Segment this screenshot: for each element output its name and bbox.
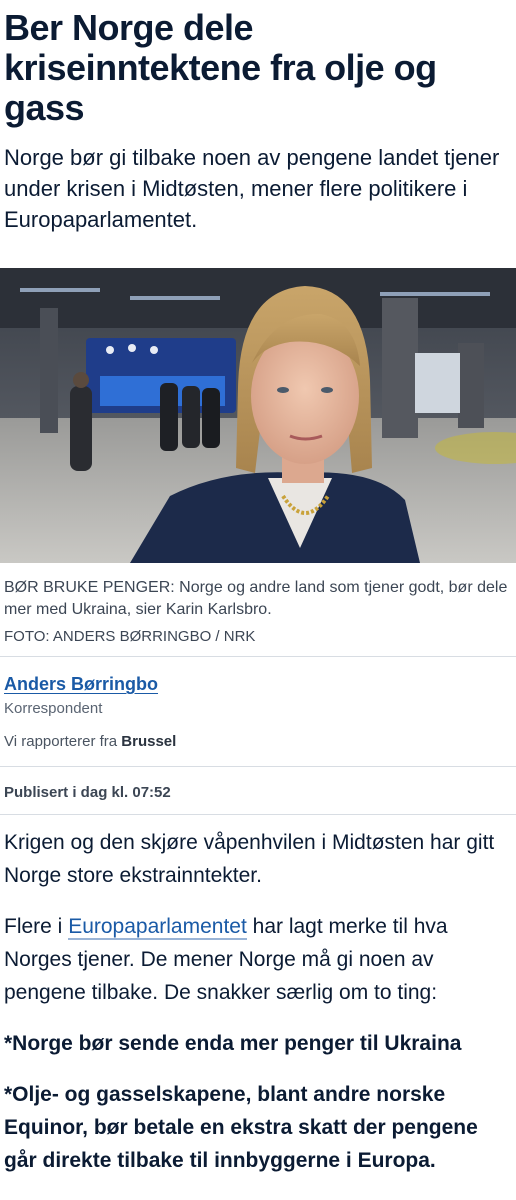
photo-illustration [0,268,516,563]
reporting-city: Brussel [121,733,177,750]
article-body: Krigen og den skjøre våpenhvilen i Midtø… [4,826,510,1195]
body-paragraph: Krigen og den skjøre våpenhvilen i Midtø… [4,831,495,887]
published-timestamp: Publisert i dag kl. 07:52 [4,784,171,801]
article-headline: Ber Norge dele kriseinntektene fra olje … [4,7,437,128]
photo-caption: BØR BRUKE PENGER: Norge og andre land so… [4,579,508,618]
divider [0,656,516,657]
divider [0,814,516,815]
author-role: Korrespondent [4,700,103,717]
author-block: Anders Børringbo Korrespondent Vi rappor… [4,672,176,750]
article-photo[interactable] [0,268,516,563]
photo-caption-block: BØR BRUKE PENGER: Norge og andre land so… [4,577,510,647]
europaparlamentet-link[interactable]: Europaparlamentet [68,915,247,940]
divider [0,766,516,767]
body-point: *Olje- og gasselskapene, blant andre nor… [4,1083,478,1172]
article-page: Ber Norge dele kriseinntektene fra olje … [0,0,516,1200]
reporting-location: Vi rapporterer fra Brussel [4,733,176,750]
article-lead: Norge bør gi tilbake noen av pengene lan… [4,145,500,232]
body-paragraph: Flere i Europaparlamentet har lagt merke… [4,910,510,1009]
author-name-link[interactable]: Anders Børringbo [4,672,176,696]
reporting-prefix: Vi rapporterer fra [4,733,118,750]
photo-credit: FOTO: ANDERS BØRRINGBO / NRK [4,628,256,645]
body-point: *Norge bør sende enda mer penger til Ukr… [4,1032,462,1055]
body-text-segment: Flere i [4,915,69,938]
